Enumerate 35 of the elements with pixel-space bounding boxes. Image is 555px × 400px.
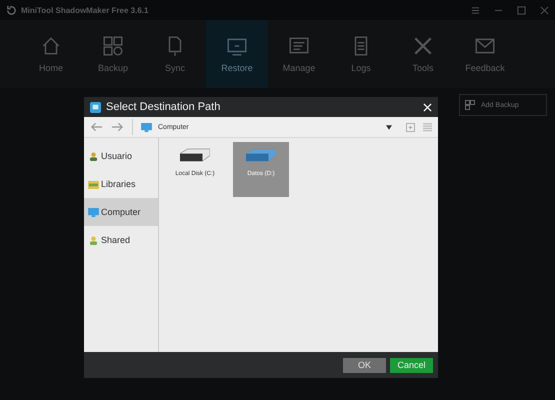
house-icon — [40, 35, 62, 57]
sidebar-item[interactable]: Libraries — [84, 170, 158, 198]
monitor-icon — [88, 208, 99, 216]
nav-tab[interactable]: Restore — [206, 20, 268, 88]
monitor-icon — [141, 122, 152, 132]
nav-tab[interactable]: Backup — [82, 20, 144, 88]
dropdown-caret-icon[interactable] — [386, 124, 392, 130]
person-icon — [88, 236, 99, 244]
grid-icon — [465, 100, 475, 110]
ok-button[interactable]: OK — [343, 358, 386, 372]
maximize-icon[interactable] — [517, 6, 526, 14]
app-logo-icon — [6, 4, 17, 16]
hard-drive-icon — [246, 148, 276, 163]
grid-icon — [102, 35, 124, 57]
forward-arrow-icon[interactable] — [111, 122, 124, 132]
new-folder-icon[interactable] — [406, 122, 415, 132]
hard-drive-icon — [180, 148, 210, 163]
nav-tab[interactable]: Tools — [392, 20, 454, 88]
person-icon — [88, 152, 99, 160]
nav-tab[interactable]: Home — [20, 20, 82, 88]
sidebar-item[interactable]: Usuario — [84, 142, 158, 170]
sidebar-item[interactable]: Computer — [84, 198, 158, 226]
menu-icon[interactable] — [471, 6, 480, 14]
sidebar-item[interactable]: Shared — [84, 226, 158, 254]
cancel-button[interactable]: Cancel — [390, 358, 433, 372]
nav-tab[interactable]: Feedback — [454, 20, 516, 88]
back-arrow-icon[interactable] — [90, 122, 103, 132]
dialog-app-icon — [90, 102, 101, 112]
nav-tab[interactable]: Manage — [268, 20, 330, 88]
nav-tab[interactable]: Logs — [330, 20, 392, 88]
folder-icon — [88, 180, 99, 188]
dialog-title: Select Destination Path — [106, 101, 220, 113]
nav-tab[interactable]: Sync — [144, 20, 206, 88]
window-title: MiniTool ShadowMaker Free 3.6.1 — [21, 6, 148, 14]
view-icon[interactable] — [423, 122, 432, 132]
